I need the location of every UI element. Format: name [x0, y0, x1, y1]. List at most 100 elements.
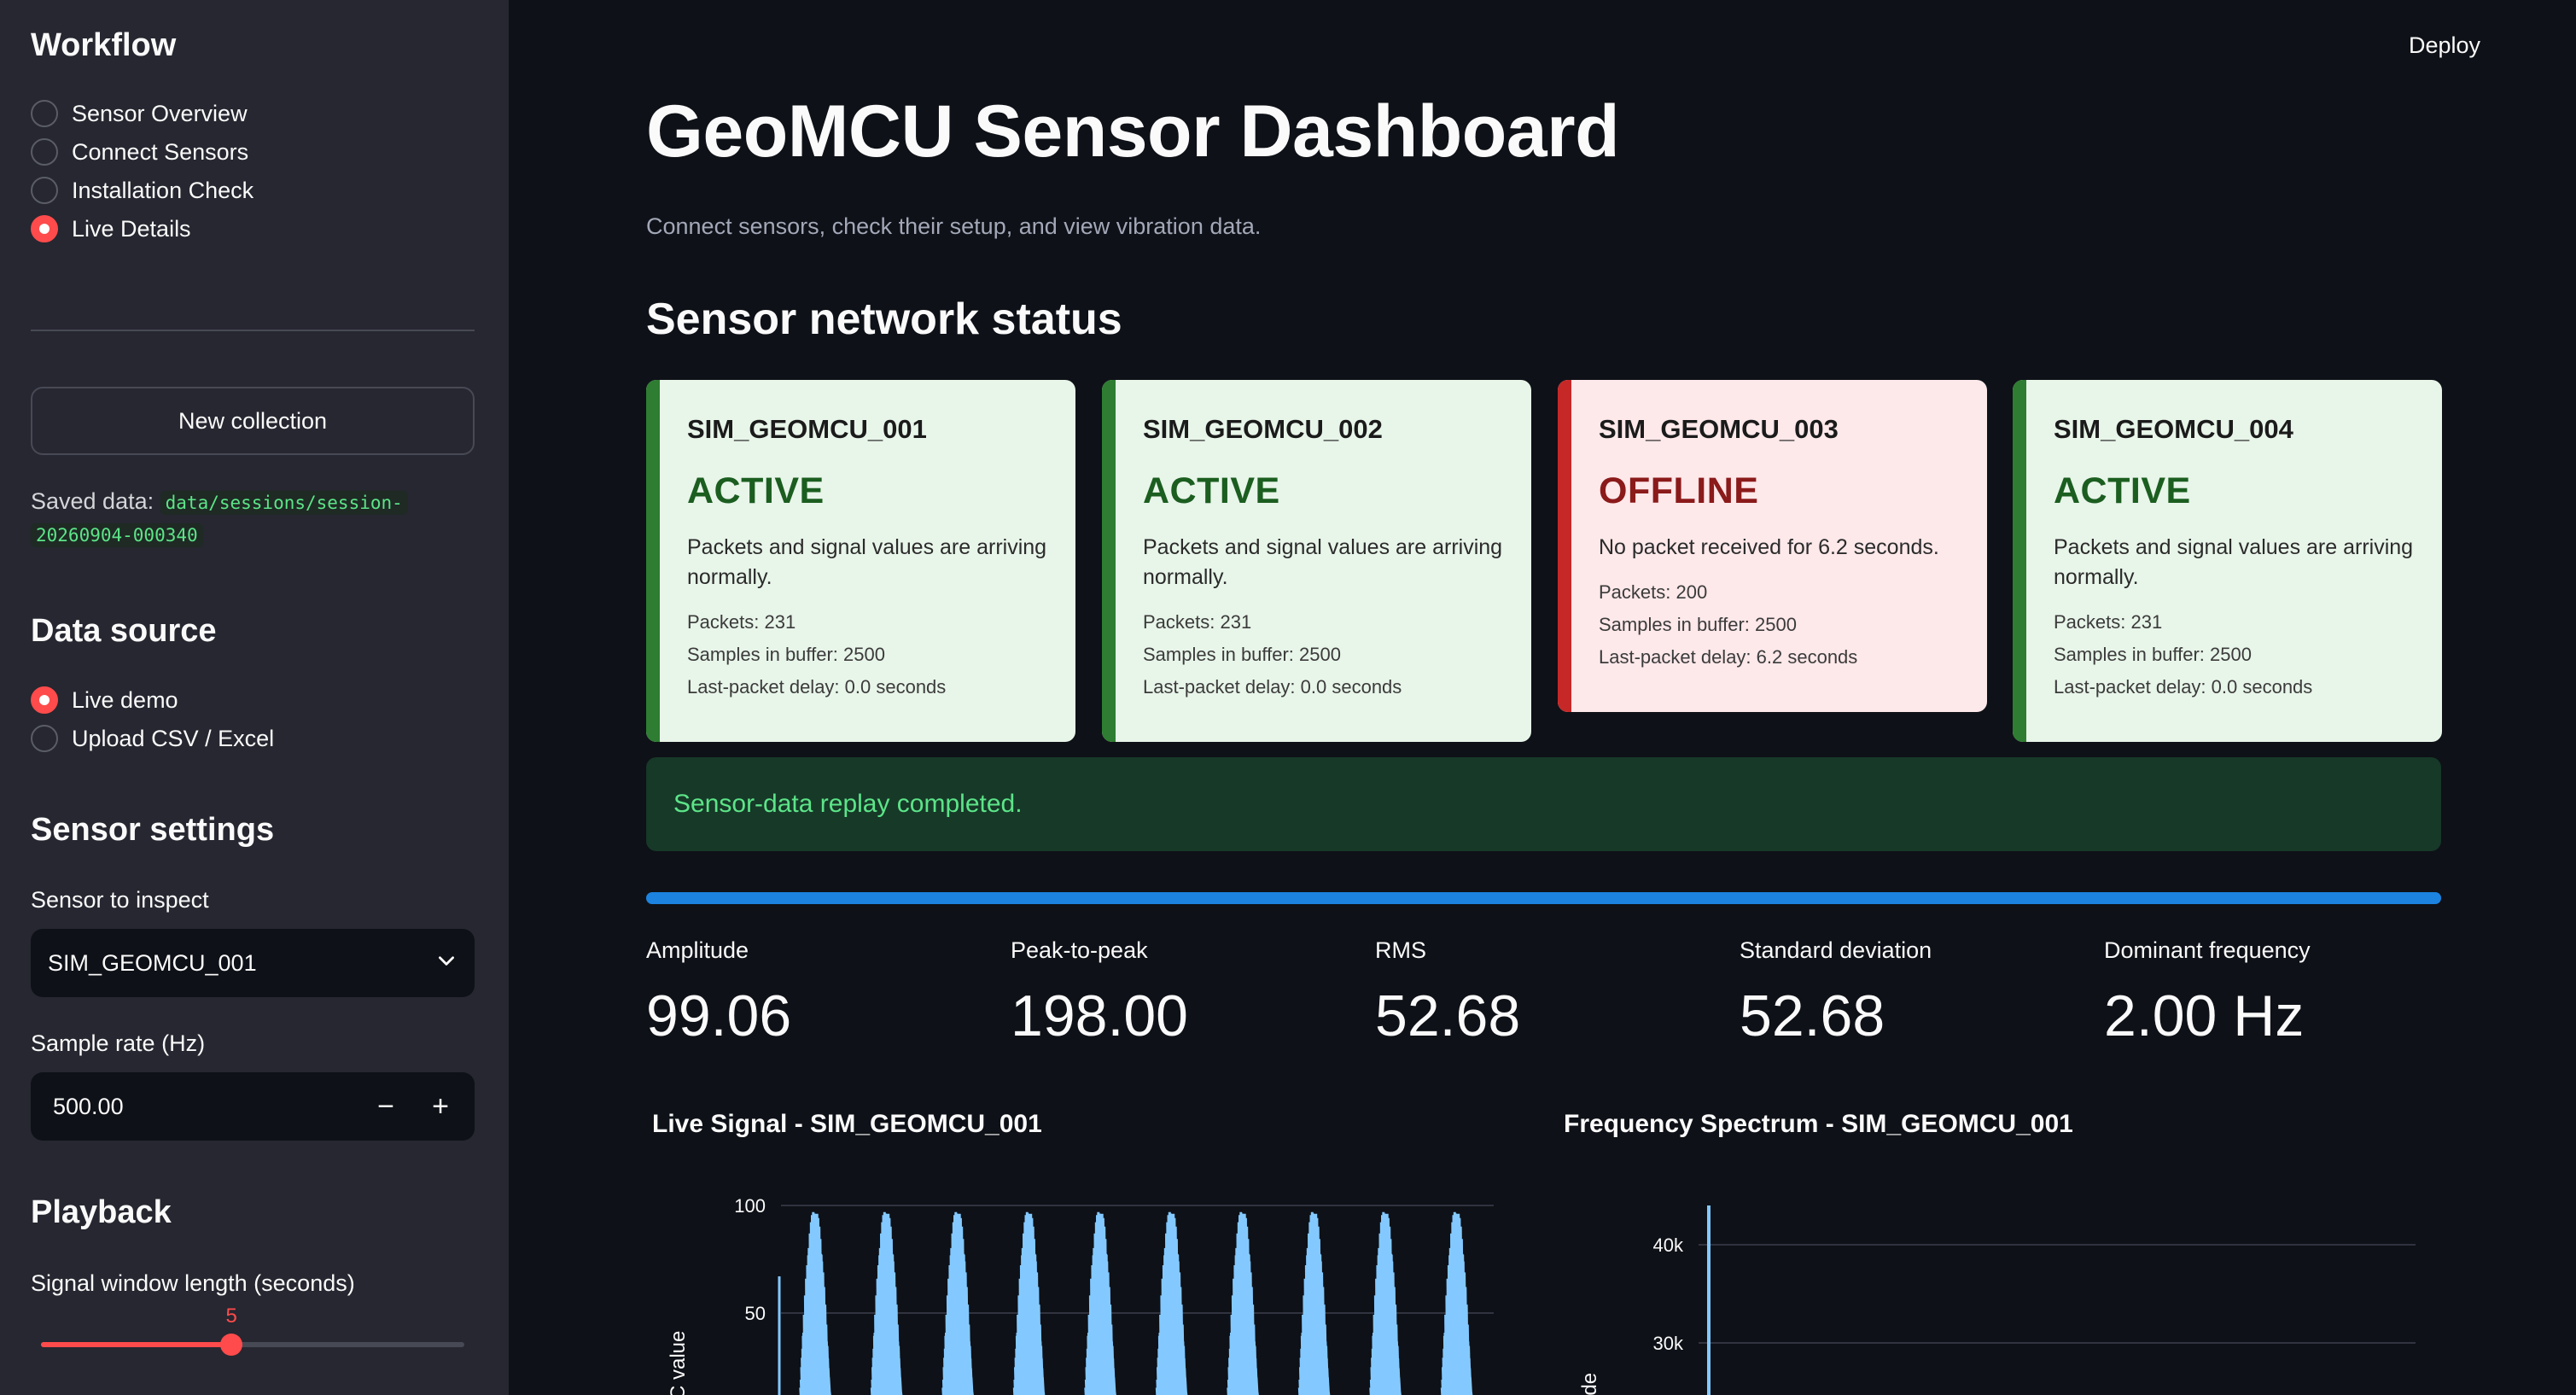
y-tick-label: 40k — [1653, 1234, 1684, 1256]
deploy-button[interactable]: Deploy — [2409, 32, 2480, 59]
success-alert: Sensor-data replay completed. — [646, 757, 2441, 851]
metric-value: 52.68 — [1375, 984, 1521, 1048]
new-collection-button[interactable]: New collection — [31, 387, 475, 455]
signal-line — [799, 1211, 1473, 1395]
saved-data-info: Saved data: data/sessions/session- 20260… — [31, 488, 408, 547]
status-badge: ACTIVE — [687, 470, 825, 511]
metric-label: Dominant frequency — [2104, 937, 2311, 963]
status-description: Packets and signal values are arriving n… — [687, 535, 1047, 589]
status-description: Packets and signal values are arriving n… — [2054, 535, 2414, 589]
live-signal-chart-title: Live Signal - SIM_GEOMCU_001 — [652, 1110, 1042, 1138]
metric-amplitude: Amplitude 99.06 — [646, 937, 791, 1049]
sample-rate-input[interactable]: 500.00 − + — [31, 1072, 475, 1141]
saved-data-label: Saved data: — [31, 488, 154, 514]
live-signal-chart: 50 100 C value — [667, 1195, 1494, 1395]
sensor-card: SIM_GEOMCU_001 ACTIVE Packets and signal… — [646, 380, 1075, 742]
sensor-select[interactable]: SIM_GEOMCU_001 — [31, 929, 475, 997]
data-source-option-label: Upload CSV / Excel — [72, 725, 275, 751]
sensor-to-inspect-label: Sensor to inspect — [31, 887, 209, 913]
sensor-id: SIM_GEOMCU_001 — [687, 414, 927, 444]
sidebar: Workflow Sensor Overview Connect Sensors… — [0, 0, 509, 1395]
metric-label: Peak-to-peak — [1011, 937, 1148, 963]
data-source-option-label: Live demo — [72, 686, 178, 713]
metric-label: RMS — [1375, 937, 1426, 963]
window-length-value: 5 — [225, 1305, 237, 1328]
sensor-id: SIM_GEOMCU_004 — [2054, 414, 2293, 444]
data-source-upload[interactable]: Upload CSV / Excel — [31, 723, 274, 754]
playback-heading: Playback — [31, 1194, 172, 1230]
window-length-label: Signal window length (seconds) — [31, 1270, 355, 1296]
samples-in-buffer: Samples in buffer: 2500 — [2054, 644, 2252, 665]
window-length-slider[interactable] — [41, 1334, 464, 1356]
sensor-card: SIM_GEOMCU_003 OFFLINE No packet receive… — [1558, 380, 1987, 712]
slider-thumb[interactable] — [220, 1334, 243, 1356]
workflow-option-sensor-overview[interactable]: Sensor Overview — [31, 98, 248, 129]
y-tick-label: 30k — [1653, 1333, 1684, 1354]
saved-data-path-cont: 20260904-000340 — [31, 523, 203, 547]
increment-button[interactable]: + — [413, 1079, 468, 1134]
progress-bar — [646, 892, 2441, 904]
packets-count: Packets: 231 — [2054, 611, 2163, 633]
metric-value: 2.00 Hz — [2104, 984, 2305, 1048]
sensor-settings-heading: Sensor settings — [31, 812, 275, 848]
workflow-option-label: Connect Sensors — [72, 138, 249, 165]
sensor-id: SIM_GEOMCU_003 — [1599, 414, 1839, 444]
progress-fill — [646, 892, 2441, 904]
sample-rate-label: Sample rate (Hz) — [31, 1030, 206, 1056]
radio-icon — [31, 100, 58, 127]
sensor-id: SIM_GEOMCU_002 — [1143, 414, 1383, 444]
packets-count: Packets: 231 — [1143, 611, 1252, 633]
decrement-button[interactable]: − — [358, 1079, 413, 1134]
saved-data-path: data/sessions/session- — [160, 491, 408, 515]
metric-standard-deviation: Standard deviation 52.68 — [1740, 937, 1932, 1049]
section-title: Sensor network status — [646, 295, 1122, 344]
last-packet-delay: Last-packet delay: 6.2 seconds — [1599, 646, 1858, 668]
samples-in-buffer: Samples in buffer: 2500 — [1599, 614, 1797, 635]
y-axis-label: C value — [667, 1331, 690, 1395]
y-tick-label: 50 — [745, 1303, 766, 1324]
status-badge: OFFLINE — [1599, 470, 1759, 511]
last-packet-delay: Last-packet delay: 0.0 seconds — [687, 676, 947, 698]
status-badge: ACTIVE — [2054, 470, 2191, 511]
workflow-option-installation-check[interactable]: Installation Check — [31, 175, 254, 206]
metric-label: Amplitude — [646, 937, 749, 963]
radio-icon — [31, 177, 58, 204]
sensor-card: SIM_GEOMCU_004 ACTIVE Packets and signal… — [2013, 380, 2442, 742]
sample-rate-value: 500.00 — [53, 1093, 124, 1119]
status-description: Packets and signal values are arriving n… — [1143, 535, 1503, 589]
slider-fill — [41, 1342, 232, 1347]
radio-icon — [31, 725, 58, 752]
page-subtitle: Connect sensors, check their setup, and … — [646, 213, 1262, 239]
page-title: GeoMCU Sensor Dashboard — [646, 90, 1620, 172]
last-packet-delay: Last-packet delay: 0.0 seconds — [2054, 676, 2313, 698]
radio-selected-icon — [31, 686, 58, 714]
metric-value: 52.68 — [1740, 984, 1885, 1048]
metric-dominant-frequency: Dominant frequency 2.00 Hz — [2104, 937, 2311, 1049]
radio-selected-icon — [31, 215, 58, 242]
y-tick-label: 100 — [734, 1195, 766, 1217]
frequency-spectrum-chart: 30k 40k itude — [1578, 1205, 2416, 1395]
sensor-select-value: SIM_GEOMCU_001 — [48, 949, 257, 976]
sidebar-divider — [31, 330, 475, 331]
metric-value: 198.00 — [1011, 984, 1188, 1048]
workflow-option-live-details[interactable]: Live Details — [31, 213, 191, 244]
data-source-live-demo[interactable]: Live demo — [31, 685, 178, 715]
workflow-heading: Workflow — [31, 27, 177, 63]
spectrum-chart-title: Frequency Spectrum - SIM_GEOMCU_001 — [1564, 1110, 2073, 1138]
workflow-option-label: Live Details — [72, 215, 191, 242]
samples-in-buffer: Samples in buffer: 2500 — [687, 644, 885, 665]
sensor-card: SIM_GEOMCU_002 ACTIVE Packets and signal… — [1102, 380, 1531, 742]
workflow-option-label: Sensor Overview — [72, 100, 248, 126]
metric-label: Standard deviation — [1740, 937, 1932, 963]
metric-value: 99.06 — [646, 984, 792, 1048]
workflow-option-connect-sensors[interactable]: Connect Sensors — [31, 137, 248, 167]
status-description: No packet received for 6.2 seconds. — [1599, 535, 1939, 559]
metric-peak-to-peak: Peak-to-peak 198.00 — [1011, 937, 1188, 1049]
workflow-option-label: Installation Check — [72, 177, 254, 203]
packets-count: Packets: 200 — [1599, 581, 1708, 603]
packets-count: Packets: 231 — [687, 611, 796, 633]
status-badge: ACTIVE — [1143, 470, 1280, 511]
last-packet-delay: Last-packet delay: 0.0 seconds — [1143, 676, 1402, 698]
radio-icon — [31, 138, 58, 166]
data-source-heading: Data source — [31, 613, 217, 649]
